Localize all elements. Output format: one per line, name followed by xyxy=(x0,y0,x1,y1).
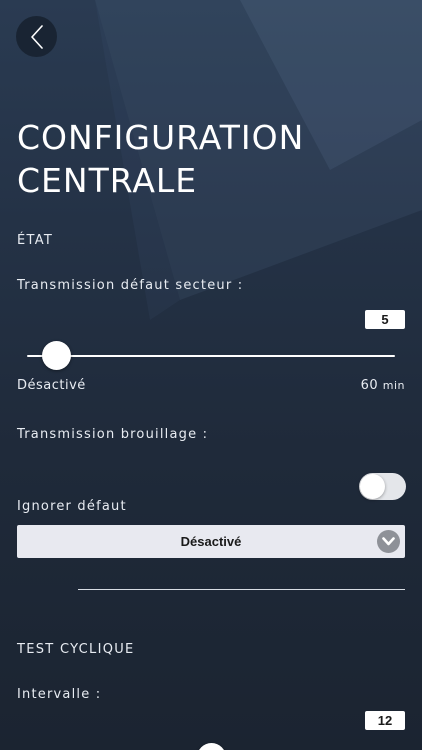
slider-max-unit: min xyxy=(382,379,405,392)
page-title-line-2: CENTRALE xyxy=(17,161,198,200)
slider-max-label: 60 min xyxy=(361,378,405,393)
slider-track xyxy=(27,355,395,357)
page-title-line-1: CONFIGURATION xyxy=(17,118,305,157)
back-button[interactable] xyxy=(16,16,57,57)
intervalle-value: 12 xyxy=(365,711,405,730)
transmission-brouillage-toggle[interactable] xyxy=(359,473,406,500)
chevron-left-icon xyxy=(30,24,43,49)
ignorer-defaut-select[interactable]: Désactivé xyxy=(17,525,405,558)
intervalle-slider[interactable] xyxy=(27,743,395,750)
transmission-secteur-slider[interactable] xyxy=(27,341,395,371)
ignorer-defaut-selected-value: Désactivé xyxy=(180,534,242,549)
section-label-test-cyclique: TEST CYCLIQUE xyxy=(17,642,135,657)
slider-thumb[interactable] xyxy=(197,743,226,750)
slider-max-value: 60 xyxy=(360,378,379,393)
page-title: CONFIGURATION CENTRALE xyxy=(17,116,304,202)
transmission-brouillage-label: Transmission brouillage : xyxy=(17,427,209,442)
slider-min-label: Désactivé xyxy=(17,378,86,393)
slider-thumb[interactable] xyxy=(42,341,71,370)
transmission-secteur-label: Transmission défaut secteur : xyxy=(17,278,244,293)
section-divider xyxy=(78,589,405,590)
chevron-down-icon xyxy=(377,530,400,553)
intervalle-label: Intervalle : xyxy=(17,687,102,702)
transmission-secteur-value: 5 xyxy=(365,310,405,329)
toggle-knob xyxy=(360,474,385,499)
ignorer-defaut-label: Ignorer défaut xyxy=(17,499,127,514)
section-label-etat: ÉTAT xyxy=(17,233,54,248)
background-light-rays xyxy=(95,0,422,320)
